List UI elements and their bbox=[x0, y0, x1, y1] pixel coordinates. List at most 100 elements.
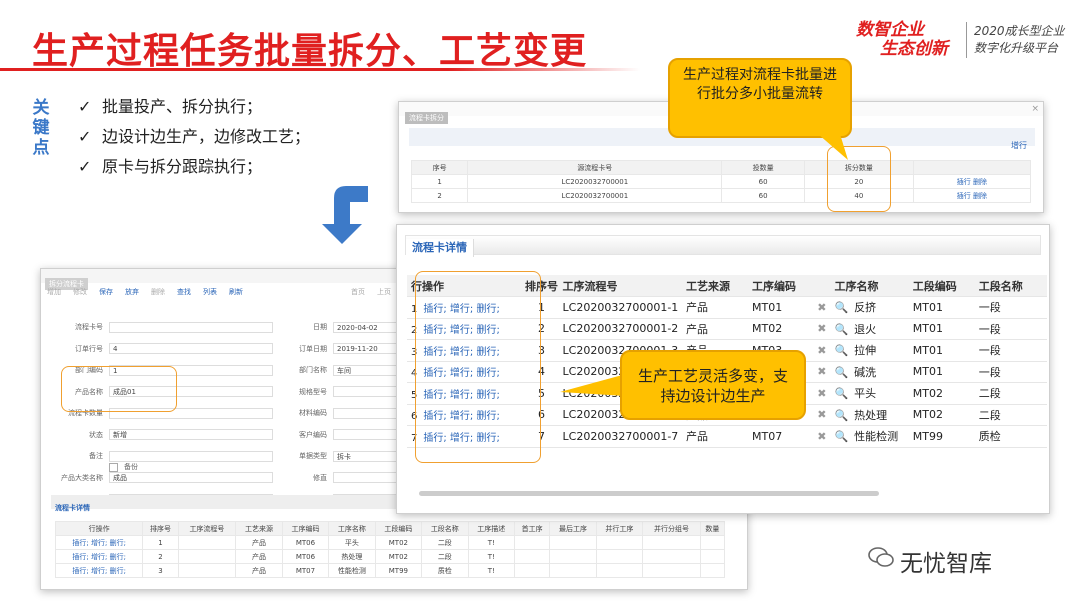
highlight-box bbox=[415, 271, 541, 463]
discard-button[interactable]: 放弃 bbox=[125, 287, 139, 297]
first-page-button[interactable]: 首页 bbox=[351, 287, 365, 297]
refresh-button[interactable]: 刷新 bbox=[229, 287, 243, 297]
cell-text: MT02 bbox=[751, 322, 783, 336]
bullet-item: ✓ 边设计边生产，边修改工艺； bbox=[78, 122, 310, 152]
cell-text: LC2020032700001-2 bbox=[562, 322, 679, 336]
cell-text: MT02 bbox=[912, 408, 944, 422]
callout-mid: 生产工艺灵活多变，支持边设计边生产 bbox=[560, 350, 808, 422]
cell-text: MT01 bbox=[912, 300, 944, 314]
cell-text: 二段 bbox=[978, 408, 1001, 422]
table-cell bbox=[549, 549, 597, 564]
key-points-label: 关键点 bbox=[32, 98, 50, 158]
table-cell: MT06 bbox=[281, 549, 330, 564]
table-cell: 平头 bbox=[328, 535, 376, 550]
table-cell: 二段 bbox=[974, 382, 1047, 405]
clear-icon[interactable]: ✖ bbox=[817, 344, 826, 357]
add-row-button[interactable]: 增行 bbox=[1011, 141, 1027, 150]
close-icon[interactable]: × bbox=[1031, 104, 1039, 114]
table-cell: 1 bbox=[410, 174, 469, 189]
edit-button[interactable]: 修改 bbox=[73, 287, 87, 297]
cell-text: LC2020032700001-1 bbox=[562, 300, 679, 314]
search-icon[interactable]: 🔍 bbox=[834, 323, 848, 336]
form-field-row: 状态 新增 bbox=[51, 427, 281, 443]
cell-text: 碱洗 bbox=[854, 365, 877, 379]
table-cell: LC2020032700001-7 bbox=[558, 425, 683, 448]
field-label: 材料编码 bbox=[299, 409, 327, 417]
add-button[interactable]: 增加 bbox=[47, 287, 61, 297]
bullet-item: ✓ 原卡与拆分跟踪执行； bbox=[78, 152, 310, 182]
column-header bbox=[912, 160, 1032, 175]
field-input[interactable] bbox=[109, 321, 273, 333]
list-button[interactable]: 列表 bbox=[203, 287, 217, 297]
watermark-text: 无忧智库 bbox=[900, 551, 992, 577]
horizontal-scrollbar[interactable] bbox=[419, 491, 879, 496]
field-label: 流程卡号 bbox=[75, 323, 103, 331]
title-underline bbox=[0, 68, 640, 71]
table-cell: 二段 bbox=[421, 549, 469, 564]
table-cell: 2 bbox=[142, 549, 179, 564]
column-header: 工艺来源 bbox=[235, 521, 283, 536]
table-cell: MT01 bbox=[908, 339, 975, 362]
cell-text: 平头 bbox=[854, 387, 877, 401]
field-label: 修直 bbox=[313, 473, 327, 482]
search-icon[interactable]: 🔍 bbox=[834, 409, 848, 422]
row-action-links[interactable]: 插行 删除 bbox=[912, 174, 1032, 189]
form-left-fields: 流程卡号 订单行号 4 部门编码 1 产品名称 成品01 流程卡数量 状态 新增 备注 产品大类名称成… bbox=[51, 319, 281, 513]
row-action-links[interactable]: 插行 删除 bbox=[912, 188, 1032, 203]
table-cell: MT02 bbox=[374, 549, 423, 564]
page-title: 生产过程任务批量拆分、工艺变更 bbox=[32, 31, 588, 72]
find-button[interactable]: 查找 bbox=[177, 287, 191, 297]
table-cell: 🔍 热处理 bbox=[830, 404, 909, 426]
clear-icon[interactable]: ✖ bbox=[817, 408, 826, 421]
detail-tabbar: 流程卡详情 bbox=[405, 235, 1041, 257]
logo-line2: 生态创新 bbox=[880, 39, 948, 59]
bullet-text: 原卡与拆分跟踪执行； bbox=[102, 157, 263, 176]
search-icon[interactable]: 🔍 bbox=[834, 301, 848, 314]
search-icon[interactable]: 🔍 bbox=[834, 366, 848, 379]
table-row: 2 LC2020032700001 60 40 插行 删除 bbox=[410, 188, 1032, 203]
table-cell: T! bbox=[467, 549, 516, 564]
column-header: 工序名称 bbox=[328, 521, 376, 536]
clear-icon[interactable]: ✖ bbox=[817, 430, 826, 443]
field-input[interactable] bbox=[109, 450, 273, 462]
column-header: 工序描述 bbox=[467, 521, 516, 536]
field-input[interactable]: 新增 bbox=[109, 429, 273, 440]
field-input[interactable]: 4 bbox=[109, 343, 273, 354]
table-cell: 产品 bbox=[235, 549, 283, 564]
row-action-links[interactable]: 插行; 增行; 删行; bbox=[54, 563, 144, 578]
process-code-cell[interactable]: MT07 ✖ bbox=[747, 425, 831, 448]
column-header: 投数量 bbox=[721, 160, 805, 175]
callout-mid-box: 生产工艺灵活多变，支持边设计边生产 bbox=[620, 350, 806, 420]
check-icon: ✓ bbox=[78, 157, 92, 176]
table-row: 1 LC2020032700001 60 20 插行 删除 bbox=[410, 174, 1032, 189]
field-input[interactable]: 成品 bbox=[109, 472, 273, 483]
table-cell: 🔍 碱洗 bbox=[830, 361, 909, 383]
highlight-box bbox=[61, 366, 177, 412]
save-button[interactable]: 保存 bbox=[99, 287, 113, 297]
cell-text: LC2020032700001-7 bbox=[562, 429, 679, 443]
table-cell: T! bbox=[467, 563, 516, 578]
clear-icon[interactable]: ✖ bbox=[817, 365, 826, 378]
search-icon[interactable]: 🔍 bbox=[834, 430, 848, 443]
search-icon[interactable]: 🔍 bbox=[834, 344, 848, 357]
check-icon: ✓ bbox=[78, 97, 92, 116]
cell-text: MT07 bbox=[751, 429, 783, 443]
process-code-cell[interactable]: MT02 ✖ bbox=[747, 318, 831, 340]
form-detail-table-wrap: 行操作 排序号 工序流程号 工艺来源 工序编码 工序名称 工段编码 工段名称 工序描述 首工序 最后… bbox=[54, 521, 726, 578]
backup-checkbox[interactable] bbox=[109, 462, 118, 472]
process-code-cell[interactable]: MT01 ✖ bbox=[747, 296, 831, 319]
clear-icon[interactable]: ✖ bbox=[817, 322, 826, 335]
table-row: 插行; 增行; 删行; 2 产品 MT06 热处理 MT02 二段 T! bbox=[54, 549, 726, 564]
wechat-icon bbox=[868, 547, 894, 567]
detail-tab[interactable]: 流程卡详情 bbox=[406, 239, 474, 257]
callout-pointer-icon bbox=[818, 134, 848, 160]
row-action-links[interactable]: 插行; 增行; 删行; bbox=[54, 535, 144, 550]
search-icon[interactable]: 🔍 bbox=[834, 387, 848, 400]
clear-icon[interactable]: ✖ bbox=[817, 387, 826, 400]
clear-icon[interactable]: ✖ bbox=[817, 301, 826, 314]
column-header: 数量 bbox=[699, 521, 726, 536]
table-cell bbox=[699, 549, 726, 564]
row-action-links[interactable]: 插行; 增行; 删行; bbox=[54, 549, 144, 564]
prev-page-button[interactable]: 上页 bbox=[377, 287, 391, 297]
delete-button[interactable]: 删除 bbox=[151, 287, 165, 297]
